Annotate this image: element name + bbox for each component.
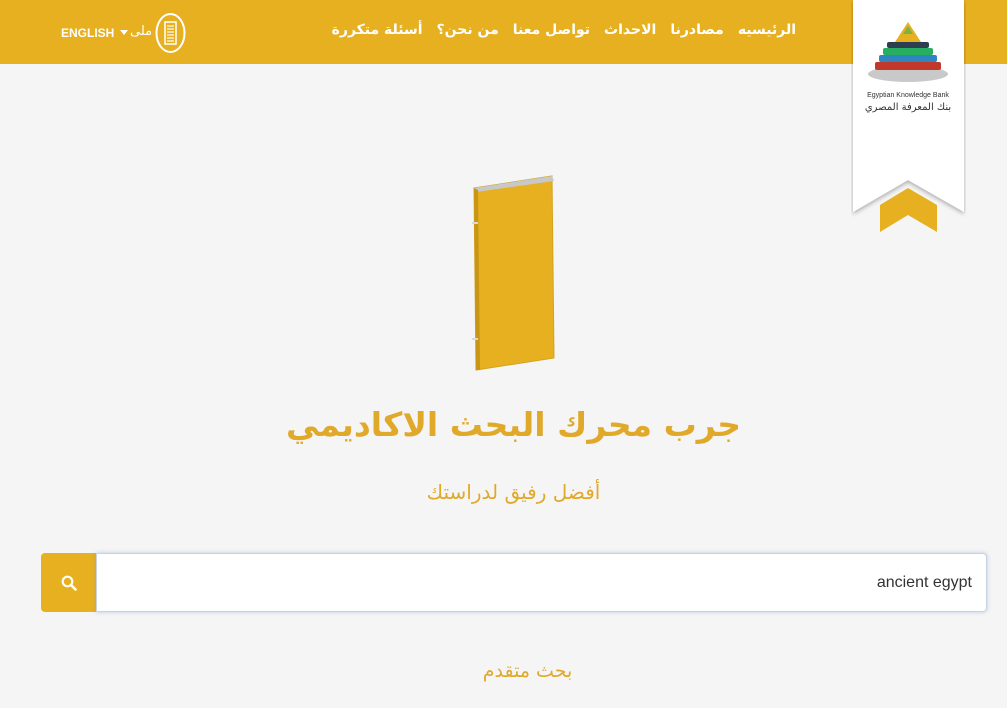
nav-item-resources[interactable]: مصادرنا <box>670 22 723 38</box>
account-menu-label[interactable]: ملى <box>130 24 152 39</box>
nav-item-contact[interactable]: تواصل معنا <box>513 22 590 38</box>
search-button[interactable] <box>41 553 97 612</box>
nav-item-faq[interactable]: أسئلة متكررة <box>332 22 423 38</box>
book-icon <box>472 175 555 371</box>
page-subtitle: أفضل رفيق لدراستك <box>426 480 601 504</box>
logo-name-english: Egyptian Knowledge Bank <box>867 92 949 99</box>
nav-item-events[interactable]: الاحداث <box>604 22 656 38</box>
logo-ribbon[interactable] <box>851 0 966 232</box>
page-title: جرب محرك البحث الاكاديمي <box>285 405 742 444</box>
nav-item-about[interactable]: من نحن؟ <box>437 22 499 38</box>
language-switch[interactable]: ENGLISH <box>61 26 114 40</box>
account-list-icon[interactable] <box>155 12 186 54</box>
logo-name-arabic: بنك المعرفة المصري <box>864 102 952 113</box>
chevron-down-icon[interactable] <box>120 30 128 35</box>
advanced-search-link[interactable]: بحث متقدم <box>0 660 1007 682</box>
search-icon <box>61 575 77 591</box>
nav-item-home[interactable]: الرئيسيه <box>738 22 796 38</box>
search-input[interactable] <box>96 553 987 612</box>
main-nav: الرئيسيه مصادرنا الاحداث تواصل معنا من ن… <box>332 22 796 38</box>
page: ENGLISH ملى الرئيسيه مصادرنا الاحداث توا… <box>0 0 1007 708</box>
